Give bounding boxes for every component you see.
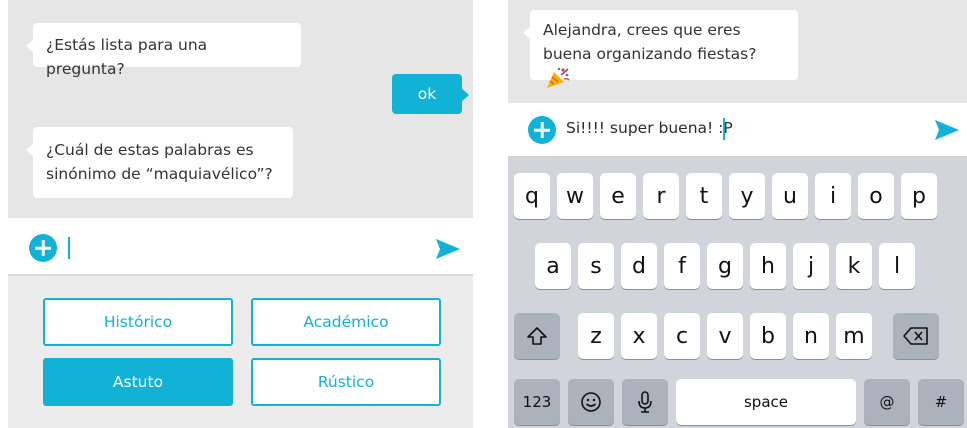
message-input-bar: Si!!!! super buena! :P <box>508 103 967 157</box>
key-c[interactable]: c <box>664 313 700 359</box>
party-popper-icon <box>547 67 570 88</box>
option-button[interactable]: Académico <box>251 298 441 346</box>
key-e[interactable]: e <box>600 173 636 219</box>
chat-history: Alejandra, crees que eres buena organiza… <box>508 0 967 103</box>
user-message: ok <box>392 74 469 114</box>
message-text: ok <box>417 85 437 103</box>
key-y[interactable]: y <box>729 173 765 219</box>
option-button[interactable]: Rústico <box>251 358 441 406</box>
option-label: Histórico <box>103 313 173 331</box>
right-chat-screen: Alejandra, crees que eres buena organiza… <box>508 0 967 428</box>
add-attachment-button[interactable] <box>29 234 57 262</box>
on-screen-keyboard: q w e r t y u i o p a s d f g h j k l z … <box>508 157 967 428</box>
key-q[interactable]: q <box>514 173 550 219</box>
key-w[interactable]: w <box>557 173 593 219</box>
hash-key[interactable]: # <box>918 379 964 425</box>
text-cursor <box>723 118 725 140</box>
option-label: Astuto <box>112 373 164 391</box>
left-chat-screen: ¿Estás lista para una pregunta? ok ¿Cuál… <box>0 0 473 428</box>
add-attachment-button[interactable] <box>528 116 556 144</box>
key-v[interactable]: v <box>707 313 743 359</box>
option-button-selected[interactable]: Astuto <box>43 358 233 406</box>
answer-options: Histórico Académico Astuto Rústico <box>8 276 473 428</box>
message-text-line: buena organizando fiestas? <box>543 42 785 92</box>
bot-question-message: ¿Cuál de estas palabras es sinónimo de “… <box>26 127 293 198</box>
key-r[interactable]: r <box>643 173 679 219</box>
key-o[interactable]: o <box>858 173 894 219</box>
message-text: ¿Estás lista para una pregunta? <box>46 36 208 78</box>
message-text-line: Alejandra, crees que eres <box>543 21 741 39</box>
shift-arrow-icon <box>527 327 547 345</box>
send-icon[interactable] <box>434 235 462 263</box>
backspace-key[interactable] <box>893 313 939 359</box>
key-n[interactable]: n <box>793 313 829 359</box>
key-p[interactable]: p <box>901 173 937 219</box>
key-z[interactable]: z <box>578 313 614 359</box>
key-s[interactable]: s <box>578 243 614 289</box>
numbers-key[interactable]: 123 <box>514 379 560 425</box>
emoji-key[interactable] <box>568 379 614 425</box>
key-a[interactable]: a <box>535 243 571 289</box>
message-input-bar <box>8 218 473 276</box>
backspace-icon <box>903 327 928 345</box>
key-h[interactable]: h <box>750 243 786 289</box>
key-t[interactable]: t <box>686 173 722 219</box>
key-k[interactable]: k <box>836 243 872 289</box>
key-l[interactable]: l <box>879 243 915 289</box>
option-label: Rústico <box>317 373 375 391</box>
shift-key[interactable] <box>514 313 560 359</box>
send-icon[interactable] <box>933 116 961 144</box>
at-key[interactable]: @ <box>864 379 910 425</box>
option-label: Académico <box>303 313 389 331</box>
message-text-line: ¿Cuál de estas palabras es <box>46 141 254 159</box>
key-g[interactable]: g <box>707 243 743 289</box>
dictation-key[interactable] <box>622 379 668 425</box>
emoji-icon <box>581 392 601 412</box>
key-d[interactable]: d <box>621 243 657 289</box>
key-u[interactable]: u <box>772 173 808 219</box>
bot-message: Alejandra, crees que eres buena organiza… <box>523 10 798 88</box>
key-i[interactable]: i <box>815 173 851 219</box>
key-j[interactable]: j <box>793 243 829 289</box>
key-b[interactable]: b <box>750 313 786 359</box>
option-button[interactable]: Histórico <box>43 298 233 346</box>
space-key[interactable]: space <box>676 379 856 425</box>
chat-history: ¿Estás lista para una pregunta? ok ¿Cuál… <box>8 0 473 218</box>
key-x[interactable]: x <box>621 313 657 359</box>
message-input[interactable]: Si!!!! super buena! :P <box>566 119 733 137</box>
key-m[interactable]: m <box>836 313 872 359</box>
key-f[interactable]: f <box>664 243 700 289</box>
microphone-icon <box>638 391 652 413</box>
text-cursor <box>68 237 70 259</box>
message-text-line: sinónimo de “maquiavélico”? <box>46 165 273 183</box>
bot-message: ¿Estás lista para una pregunta? <box>26 23 301 78</box>
